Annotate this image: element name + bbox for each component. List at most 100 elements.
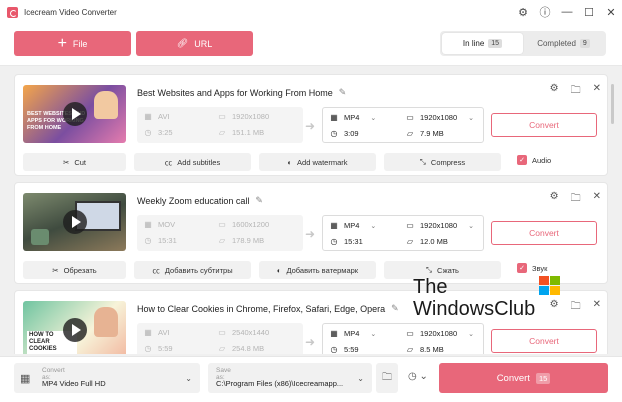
output-format-select[interactable]: ▦ MP4 ⌄	[329, 329, 376, 338]
edit-pencil-icon[interactable]: ✎	[391, 303, 399, 314]
clock-icon: ◷	[330, 129, 338, 138]
convert-all-button[interactable]: Convert 15	[439, 363, 608, 393]
add-subtitles-button[interactable]: ㏄ Add subtitles	[134, 153, 251, 171]
audio-toggle[interactable]: ✓ Звук	[517, 263, 547, 273]
audio-toggle[interactable]: ✓ Audio	[517, 155, 551, 165]
output-duration: 5:59	[344, 345, 359, 354]
watermark-icon: ◐	[287, 157, 293, 167]
open-folder-icon[interactable]: 🗀	[571, 191, 581, 208]
output-format: MP4	[344, 113, 360, 122]
edit-pencil-icon[interactable]: ✎	[339, 87, 347, 98]
add-subtitles-button[interactable]: ㏄ Добавить субтитры	[134, 261, 251, 279]
arrow-right-icon: ➜	[305, 227, 316, 241]
chevron-down-icon: ⌄	[468, 114, 474, 122]
play-icon[interactable]	[63, 210, 87, 234]
compress-button[interactable]: ⤡ Compress	[384, 153, 501, 171]
close-window-button[interactable]: ✕	[600, 0, 622, 24]
app-logo-icon	[7, 6, 18, 18]
subtitles-icon: ㏄	[152, 265, 160, 275]
video-title-text: Weekly Zoom education call	[137, 195, 250, 206]
video-title: Best Websites and Apps for Working From …	[137, 87, 346, 98]
checkbox-checked-icon[interactable]: ✓	[517, 155, 527, 165]
output-resolution-select[interactable]: ▭ 1920x1080 ⌄	[405, 221, 474, 230]
tab-completed[interactable]: Completed 9	[523, 33, 604, 54]
item-settings-gear-icon[interactable]: ⚙	[550, 83, 559, 100]
add-watermark-button[interactable]: ◐ Добавить ватермарк	[259, 261, 376, 279]
film-icon: ▦	[144, 220, 152, 229]
tab-completed-count: 9	[579, 39, 590, 48]
video-thumbnail[interactable]	[23, 193, 126, 251]
checkbox-checked-icon[interactable]: ✓	[517, 263, 527, 273]
video-title-text: How to Clear Cookies in Chrome, Firefox,…	[137, 303, 386, 314]
output-settings: ▦ MP4 ⌄ ▭ 1920x1080 ⌄ ◷ 5:59 ▱ 8.5 MB	[322, 323, 484, 354]
settings-gear-icon[interactable]: ⚙	[512, 0, 534, 24]
remove-item-close-icon[interactable]: ✕	[593, 191, 601, 208]
queue-tabs: In line 15 Completed 9	[440, 31, 606, 56]
output-size: 12.0 MB	[420, 237, 448, 246]
convert-all-count: 15	[535, 372, 551, 384]
add-url-button[interactable]: 🔗︎ URL	[136, 31, 253, 56]
output-settings: ▦ MP4 ⌄ ▭ 1920x1080 ⌄ ◷ 3:09 ▱ 7.9 MB	[322, 107, 484, 143]
browse-folder-button[interactable]: 🗀	[376, 363, 398, 393]
add-file-button[interactable]: + File	[14, 31, 131, 56]
play-icon[interactable]	[63, 318, 87, 342]
tab-in-line[interactable]: In line 15	[442, 33, 523, 54]
watermark-line1: The	[413, 276, 448, 298]
film-icon: ▦	[330, 221, 338, 230]
remove-item-close-icon[interactable]: ✕	[593, 83, 601, 100]
title-bar: Icecream Video Converter ⚙ ⓘ — ☐ ✕	[0, 0, 622, 24]
source-resolution: 1920x1080	[232, 112, 270, 121]
schedule-timer-icon[interactable]: ◷ ⌄	[408, 371, 428, 382]
help-icon[interactable]: ⓘ	[534, 0, 556, 24]
output-resolution-select[interactable]: ▭ 1920x1080 ⌄	[405, 113, 474, 122]
thumbnail-person	[94, 307, 118, 337]
compress-icon: ⤡	[426, 265, 433, 274]
watermark-icon: ◐	[276, 265, 282, 275]
scissors-icon: ✂	[63, 157, 70, 167]
video-thumbnail[interactable]: BEST WEBSITES AND APPS FOR WORKING FROM …	[23, 85, 126, 143]
add-subtitles-label: Add subtitles	[177, 157, 221, 167]
convert-item-button[interactable]: Convert	[491, 329, 597, 353]
bottom-bar: ▦ Convert as: MP4 Video Full HD ⌄ Save a…	[0, 356, 622, 402]
minimize-button[interactable]: —	[556, 0, 578, 24]
add-watermark-button[interactable]: ◐ Add watermark	[259, 153, 376, 171]
arrow-right-icon: ➜	[305, 335, 316, 349]
resolution-icon: ▭	[218, 220, 226, 229]
compress-icon: ⤡	[419, 157, 426, 166]
convert-item-button[interactable]: Convert	[491, 113, 597, 137]
convert-item-button[interactable]: Convert	[491, 221, 597, 245]
item-settings-gear-icon[interactable]: ⚙	[550, 191, 559, 208]
chevron-down-icon: ⌄	[185, 374, 192, 383]
cut-button[interactable]: ✂ Cut	[23, 153, 126, 171]
open-folder-icon[interactable]: 🗀	[571, 83, 581, 100]
source-duration: 15:31	[158, 236, 177, 245]
folder-icon: ▱	[406, 345, 414, 354]
output-format-select[interactable]: ▦ MP4 ⌄	[329, 113, 376, 122]
add-subtitles-label: Добавить субтитры	[164, 265, 233, 275]
play-icon[interactable]	[63, 102, 87, 126]
video-title-text: Best Websites and Apps for Working From …	[137, 87, 333, 98]
cut-button[interactable]: ✂ Обрезать	[23, 261, 126, 279]
item-actions: ✂ Cut ㏄ Add subtitles ◐ Add watermark ⤡ Comp…	[23, 153, 603, 171]
convert-as-select[interactable]: ▦ Convert as: MP4 Video Full HD ⌄	[14, 363, 200, 393]
remove-item-close-icon[interactable]: ✕	[593, 299, 601, 316]
output-duration: 15:31	[344, 237, 363, 246]
output-resolution-select[interactable]: ▭ 1920x1080 ⌄	[405, 329, 474, 338]
audio-label: Звук	[532, 263, 548, 273]
windows-logo-icon	[539, 276, 561, 296]
edit-pencil-icon[interactable]: ✎	[255, 195, 263, 206]
save-as-select[interactable]: Save as: C:\Program Files (x86)\Icecream…	[208, 363, 372, 393]
source-resolution: 2540x1440	[232, 328, 270, 337]
folder-icon: ▱	[406, 237, 414, 246]
tab-in-line-label: In line	[462, 39, 485, 48]
maximize-button[interactable]: ☐	[578, 0, 600, 24]
output-format: MP4	[344, 329, 360, 338]
source-format: MOV	[158, 220, 176, 229]
source-format: AVI	[158, 328, 170, 337]
convert-all-label: Convert	[496, 372, 530, 384]
source-info: ▦ AVI ▭ 1920x1080 ◷ 3:25 ▱ 151.1 MB	[137, 107, 303, 143]
queue-item: Weekly Zoom education call ✎ ▦ MOV ▭ 1600x…	[14, 182, 608, 284]
video-thumbnail[interactable]: HOW TO CLEAR COOKIES	[23, 301, 126, 354]
list-scrollbar[interactable]	[611, 84, 614, 124]
output-format-select[interactable]: ▦ MP4 ⌄	[329, 221, 376, 230]
